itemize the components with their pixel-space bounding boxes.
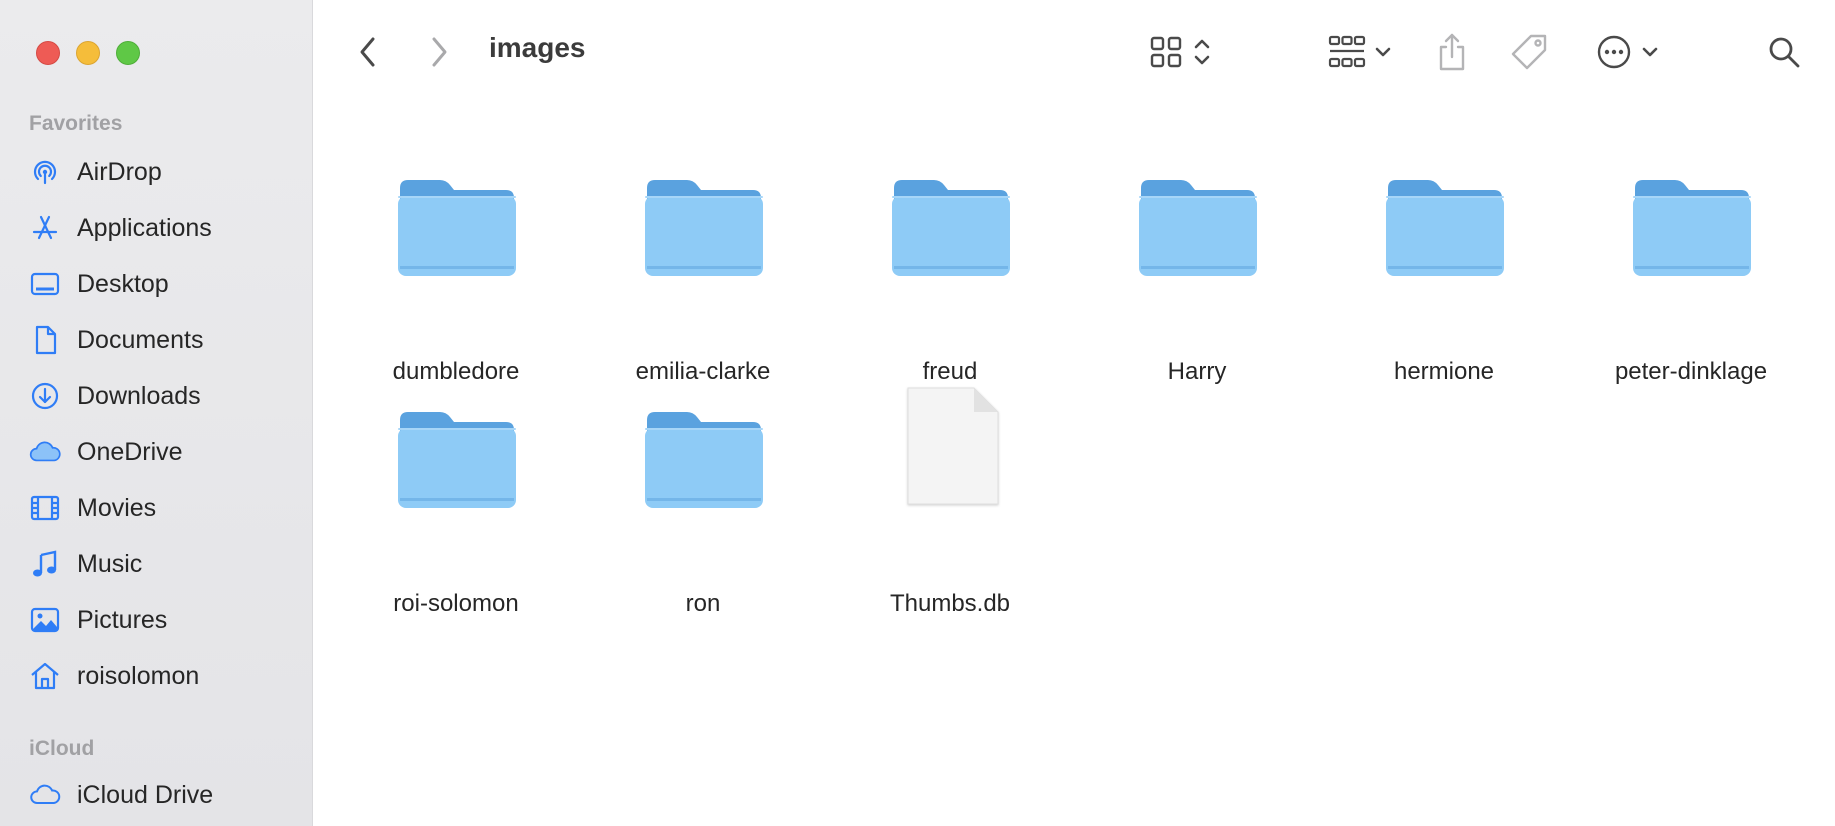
sidebar: Favorites AirDrop Applications Desktop D… xyxy=(0,0,313,826)
file-name: Thumbs.db xyxy=(889,590,1011,617)
favorites-section-label: Favorites xyxy=(29,112,123,135)
folder-icon xyxy=(892,180,1010,276)
close-window-button[interactable] xyxy=(36,41,60,65)
file-item[interactable]: Thumbs.db xyxy=(860,384,1040,617)
sidebar-item-downloads[interactable]: Downloads xyxy=(0,370,312,422)
zoom-window-button[interactable] xyxy=(116,41,140,65)
icloud-icon xyxy=(29,780,61,810)
sidebar-item-label: Applications xyxy=(77,213,212,242)
chevron-down-icon xyxy=(1375,47,1391,57)
more-icon xyxy=(1597,35,1631,69)
chevron-up-down-icon xyxy=(1194,39,1210,65)
photo-icon xyxy=(29,605,61,635)
search-button[interactable] xyxy=(1762,32,1806,72)
file-name: roi-solomon xyxy=(393,590,519,617)
sidebar-item-label: AirDrop xyxy=(77,157,162,186)
group-button[interactable] xyxy=(1320,30,1400,74)
folder-item[interactable]: ron xyxy=(613,400,793,617)
share-button[interactable] xyxy=(1430,28,1474,76)
sidebar-item-onedrive[interactable]: OneDrive xyxy=(0,426,312,478)
document-icon xyxy=(29,325,61,355)
sidebar-item-pictures[interactable]: Pictures xyxy=(0,594,312,646)
document-file-icon xyxy=(907,387,999,505)
sidebar-item-label: iCloud Drive xyxy=(77,780,214,809)
folder-icon xyxy=(398,412,516,508)
folder-icon xyxy=(645,412,763,508)
sidebar-item-label: Documents xyxy=(77,325,204,354)
file-name: peter-dinklage xyxy=(1614,358,1768,385)
finder-window: Favorites AirDrop Applications Desktop D… xyxy=(0,0,1835,826)
film-icon xyxy=(29,493,61,523)
sidebar-item-icloud-drive[interactable]: iCloud Drive xyxy=(0,769,312,821)
chevron-down-icon xyxy=(1642,47,1658,57)
back-button[interactable] xyxy=(352,32,384,72)
folder-item[interactable]: hermione xyxy=(1354,168,1534,385)
folder-item[interactable]: freud xyxy=(860,168,1040,385)
more-actions-button[interactable] xyxy=(1592,30,1664,74)
folder-item[interactable]: roi-solomon xyxy=(366,400,546,617)
download-icon xyxy=(29,381,61,411)
icloud-section-label: iCloud xyxy=(29,737,95,760)
sidebar-item-label: Movies xyxy=(77,493,157,522)
forward-button[interactable] xyxy=(423,32,455,72)
folder-icon xyxy=(1633,180,1751,276)
tag-icon xyxy=(1511,34,1547,70)
airdrop-icon xyxy=(29,157,61,187)
sidebar-item-applications[interactable]: Applications xyxy=(0,202,312,254)
file-name: ron xyxy=(685,590,721,617)
sidebar-item-label: Pictures xyxy=(77,605,168,634)
sidebar-item-label: Desktop xyxy=(77,269,169,298)
sidebar-item-documents[interactable]: Documents xyxy=(0,314,312,366)
group-icon xyxy=(1328,35,1366,68)
folder-icon xyxy=(398,180,516,276)
cloud-icon xyxy=(29,437,61,467)
share-icon xyxy=(1439,33,1465,71)
sidebar-item-label: roisolomon xyxy=(77,661,200,690)
sidebar-item-home[interactable]: roisolomon xyxy=(0,650,312,702)
file-name: Harry xyxy=(1167,358,1227,385)
file-name: freud xyxy=(922,358,978,385)
desktop-icon xyxy=(29,269,61,299)
file-grid: dumbledore emilia-clarke freud Harry her… xyxy=(313,104,1835,826)
folder-item[interactable]: emilia-clarke xyxy=(613,168,793,385)
music-note-icon xyxy=(29,549,61,579)
folder-item[interactable]: peter-dinklage xyxy=(1601,168,1781,385)
folder-icon xyxy=(645,180,763,276)
sidebar-item-music[interactable]: Music xyxy=(0,538,312,590)
home-icon xyxy=(29,661,61,691)
sidebar-item-movies[interactable]: Movies xyxy=(0,482,312,534)
file-name: hermione xyxy=(1393,358,1495,385)
window-title: images xyxy=(489,32,586,63)
chevron-left-icon xyxy=(360,37,375,67)
chevron-right-icon xyxy=(432,37,447,67)
tag-button[interactable] xyxy=(1506,30,1552,74)
sidebar-item-label: OneDrive xyxy=(77,437,183,466)
folder-item[interactable]: dumbledore xyxy=(366,168,546,385)
folder-icon xyxy=(1386,180,1504,276)
file-name: dumbledore xyxy=(392,358,520,385)
search-icon xyxy=(1769,37,1800,68)
applications-icon xyxy=(29,213,61,243)
folder-icon xyxy=(1139,180,1257,276)
sidebar-item-label: Downloads xyxy=(77,381,201,410)
view-mode-button[interactable] xyxy=(1145,30,1217,74)
grid-view-icon xyxy=(1150,36,1182,68)
folder-item[interactable]: Harry xyxy=(1107,168,1287,385)
file-name: emilia-clarke xyxy=(635,358,771,385)
sidebar-item-label: Music xyxy=(77,549,143,578)
sidebar-item-desktop[interactable]: Desktop xyxy=(0,258,312,310)
sidebar-item-airdrop[interactable]: AirDrop xyxy=(0,146,312,198)
minimize-window-button[interactable] xyxy=(76,41,100,65)
